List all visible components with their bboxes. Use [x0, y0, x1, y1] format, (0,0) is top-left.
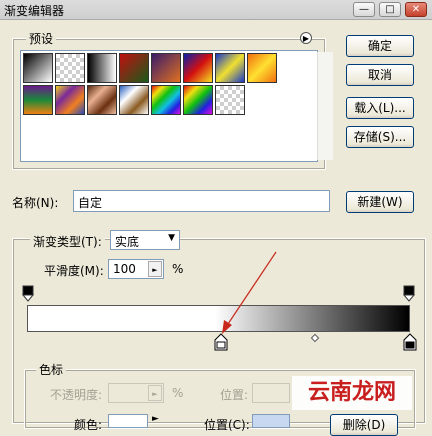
new-button[interactable]: 新建(W)	[346, 191, 414, 213]
smoothness-label: 平滑度(M):	[44, 264, 104, 278]
swatch-orange-yellow-orange[interactable]	[247, 53, 277, 83]
close-icon: ✕	[411, 4, 421, 15]
opacity-location-input	[252, 383, 290, 403]
preset-scrollbar[interactable]	[317, 52, 333, 160]
save-button[interactable]: 存储(S)...	[346, 126, 414, 148]
color-stops-label: 色标	[36, 361, 67, 378]
close-button[interactable]: ✕	[405, 2, 427, 17]
swatch-transparent-rainbow[interactable]	[183, 85, 213, 115]
swatch-black-white-2[interactable]	[87, 53, 117, 83]
preset-swatch-panel	[20, 50, 333, 162]
opacity-unit: %	[172, 386, 184, 400]
arrow-right-icon[interactable]: ►	[148, 261, 162, 277]
smoothness-value: 100	[113, 262, 136, 276]
smoothness-unit: %	[172, 262, 184, 276]
swatch-violet-green-orange[interactable]	[23, 85, 53, 115]
opacity-stop-left[interactable]	[22, 285, 34, 303]
swatch-copper[interactable]	[87, 85, 117, 115]
name-input[interactable]: 自定	[73, 190, 330, 212]
load-button[interactable]: 载入(L)...	[346, 97, 414, 119]
ok-button[interactable]: 确定	[346, 35, 414, 57]
color-label: 颜色:	[74, 418, 103, 432]
opacity-location-label: 位置:	[220, 388, 249, 402]
swatch-yellow-violet-orange-blue[interactable]	[55, 85, 85, 115]
presets-menu-button[interactable]: ▶	[300, 32, 312, 44]
arrow-right-icon: ▶	[302, 34, 310, 43]
swatch-violet-orange[interactable]	[151, 53, 181, 83]
swatch-black-white[interactable]	[23, 53, 53, 83]
color-location-label: 位置(C):	[204, 418, 250, 432]
gradient-type-label: 渐变类型(T):	[30, 233, 105, 250]
chevron-down-icon: ▼	[168, 233, 175, 243]
name-label: 名称(N):	[12, 196, 59, 210]
minimize-button[interactable]: —	[353, 2, 375, 17]
arrow-right-icon[interactable]: ►	[152, 414, 159, 424]
gradient-type-value: 实底	[115, 235, 140, 249]
opacity-stop-right[interactable]	[403, 285, 415, 303]
swatch-black-transparent[interactable]	[55, 53, 85, 83]
swatch-chrome[interactable]	[119, 85, 149, 115]
swatch-blue-yellow-blue[interactable]	[215, 53, 245, 83]
opacity-input: ►	[108, 383, 164, 403]
annotation-arrow	[222, 251, 277, 334]
swatch-spectrum[interactable]	[151, 85, 181, 115]
window-title: 渐变编辑器	[4, 4, 65, 18]
smoothness-input[interactable]: 100 ►	[108, 259, 164, 279]
delete-button[interactable]: 删除(D)	[330, 414, 398, 436]
maximize-icon: □	[385, 4, 395, 15]
opacity-label: 不透明度:	[50, 388, 103, 402]
presets-label: 预设	[26, 30, 57, 47]
arrow-right-icon: ►	[148, 385, 162, 401]
maximize-button[interactable]: □	[379, 2, 401, 17]
swatch-blue-red-yellow[interactable]	[183, 53, 213, 83]
color-stop-black[interactable]	[403, 333, 417, 351]
swatch-red-green[interactable]	[119, 53, 149, 83]
watermark-logo: 云南龙网	[292, 376, 412, 410]
swatch-transparent-stripes[interactable]	[215, 85, 245, 115]
gradient-type-select[interactable]: 实底 ▼	[110, 230, 180, 250]
minimize-icon: —	[359, 4, 369, 15]
cancel-button[interactable]: 取消	[346, 64, 414, 86]
